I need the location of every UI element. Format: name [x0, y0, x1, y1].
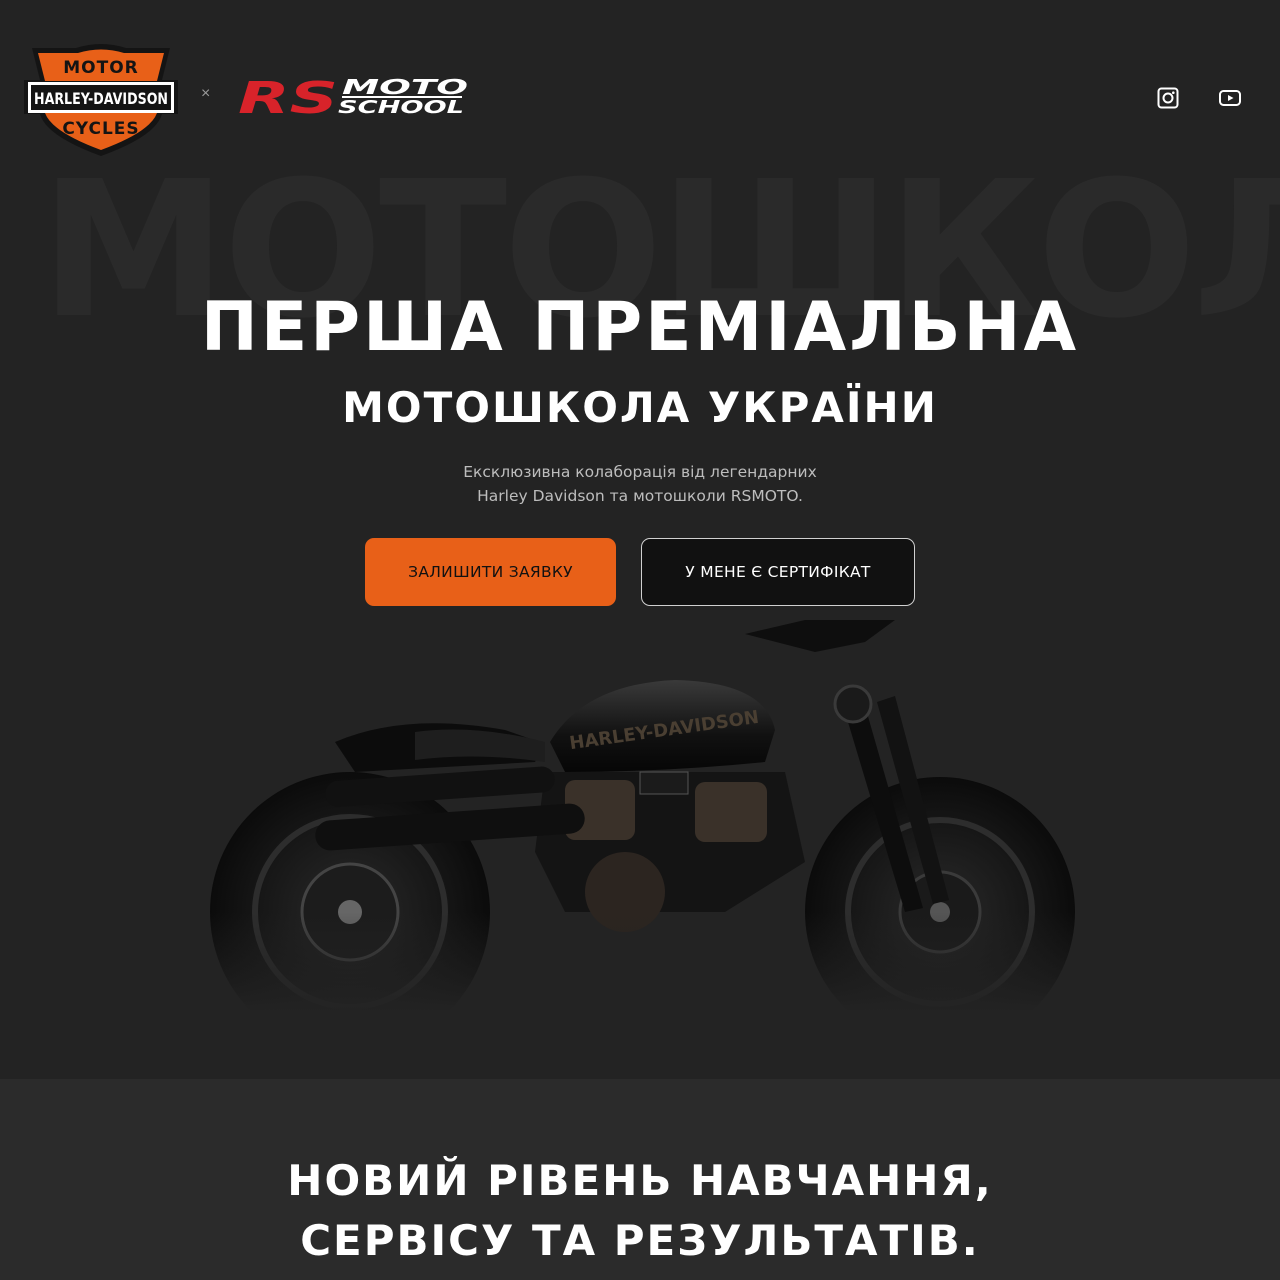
section-title-line: НОВИЙ РІВЕНЬ НАВЧАННЯ,: [287, 1156, 993, 1205]
motorcycle-image: HARLEY-DAVIDSON: [205, 620, 1075, 1012]
hero-description-line: Ексклюзивна колаборація від легендарних: [463, 463, 817, 481]
section-title-line: СЕРВІСУ ТА РЕЗУЛЬТАТІВ.: [300, 1216, 980, 1265]
rs-logo-moto: MOTO: [342, 76, 468, 99]
hero-title: ПЕРША ПРЕМІАЛЬНА: [200, 288, 1080, 367]
section-title: НОВИЙ РІВЕНЬ НАВЧАННЯ, СЕРВІСУ ТА РЕЗУЛЬ…: [0, 1151, 1280, 1271]
leave-request-button[interactable]: ЗАЛИШИТИ ЗАЯВКУ: [365, 538, 616, 606]
hero-subtitle: МОТОШКОЛА УКРАЇНИ: [342, 383, 938, 432]
hero-section: MOTOR HARLEY-DAVIDSON CYCLES × RS MOTO S…: [0, 0, 1280, 1079]
youtube-link[interactable]: [1216, 84, 1244, 112]
harley-davidson-logo[interactable]: MOTOR HARLEY-DAVIDSON CYCLES: [24, 40, 178, 156]
rsmoto-school-logo[interactable]: RS MOTO SCHOOL: [238, 76, 470, 116]
hd-logo-top-text: MOTOR: [63, 58, 139, 78]
instagram-link[interactable]: [1154, 84, 1182, 112]
rs-logo-primary: RS: [238, 76, 338, 116]
rs-logo-school: SCHOOL: [338, 97, 464, 116]
features-section: НОВИЙ РІВЕНЬ НАВЧАННЯ, СЕРВІСУ ТА РЕЗУЛЬ…: [0, 1079, 1280, 1280]
hero-description: Ексклюзивна колаборація від легендарних …: [340, 460, 940, 508]
collab-separator: ×: [201, 85, 211, 102]
instagram-icon: [1157, 87, 1179, 109]
have-certificate-button[interactable]: У МЕНЕ Є СЕРТИФІКАТ: [641, 538, 915, 606]
hd-logo-middle-text: HARLEY-DAVIDSON: [34, 89, 168, 108]
hero-description-line: Harley Davidson та мотошколи RSMOTO.: [477, 487, 803, 505]
hd-logo-bottom-text: CYCLES: [62, 119, 139, 139]
youtube-icon: [1219, 90, 1241, 106]
